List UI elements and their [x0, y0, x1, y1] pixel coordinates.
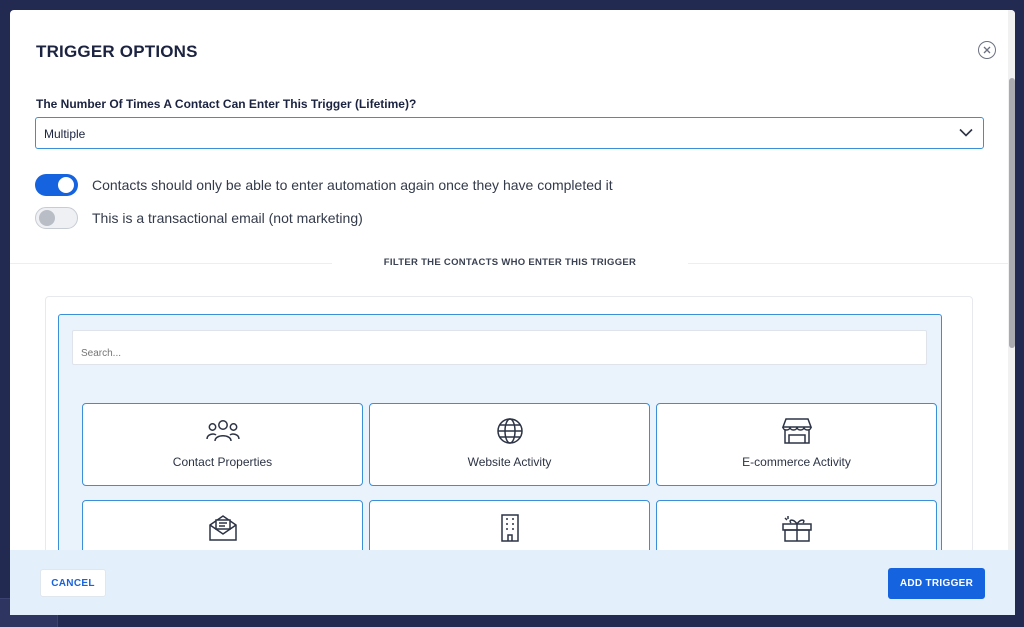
category-card-website-activity[interactable]: Website Activity — [369, 403, 650, 486]
category-card-ecommerce-activity[interactable]: E-commerce Activity — [656, 403, 937, 486]
toggle-knob — [39, 210, 55, 226]
modal-title: TRIGGER OPTIONS — [36, 42, 198, 61]
reentry-toggle-label: Contacts should only be able to enter au… — [92, 177, 613, 193]
transactional-toggle[interactable] — [35, 207, 78, 229]
add-trigger-button[interactable]: ADD TRIGGER — [888, 568, 985, 599]
section-divider-right — [688, 263, 1008, 264]
modal-footer: CANCEL ADD TRIGGER — [10, 550, 1015, 615]
category-label: Website Activity — [467, 455, 552, 469]
transactional-toggle-label: This is a transactional email (not marke… — [92, 210, 363, 226]
close-button[interactable] — [978, 41, 996, 59]
building-icon — [500, 514, 519, 542]
toggle-row-reentry: Contacts should only be able to enter au… — [35, 173, 613, 197]
users-icon — [205, 420, 240, 442]
storefront-icon — [781, 418, 812, 444]
close-icon — [983, 46, 991, 54]
entry-limit-label: The Number Of Times A Contact Can Enter … — [36, 97, 417, 111]
globe-icon — [496, 418, 523, 444]
cancel-button[interactable]: CANCEL — [40, 569, 106, 597]
modal-scrollbar[interactable] — [1009, 78, 1015, 348]
entry-limit-select[interactable]: Multiple — [35, 117, 984, 149]
reentry-toggle[interactable] — [35, 174, 78, 196]
gift-icon — [781, 516, 812, 542]
toggle-knob — [58, 177, 74, 193]
section-divider-left — [10, 263, 332, 264]
toggle-row-transactional: This is a transactional email (not marke… — [35, 206, 363, 230]
category-card-contact-properties[interactable]: Contact Properties — [82, 403, 363, 486]
category-label: Contact Properties — [172, 455, 273, 469]
entry-limit-value: Multiple — [44, 127, 86, 141]
chevron-down-icon — [959, 128, 973, 137]
filter-search-input[interactable] — [72, 330, 927, 365]
envelope-open-icon — [208, 515, 237, 541]
category-label: E-commerce Activity — [742, 455, 851, 469]
filter-section-title: FILTER THE CONTACTS WHO ENTER THIS TRIGG… — [383, 257, 637, 268]
